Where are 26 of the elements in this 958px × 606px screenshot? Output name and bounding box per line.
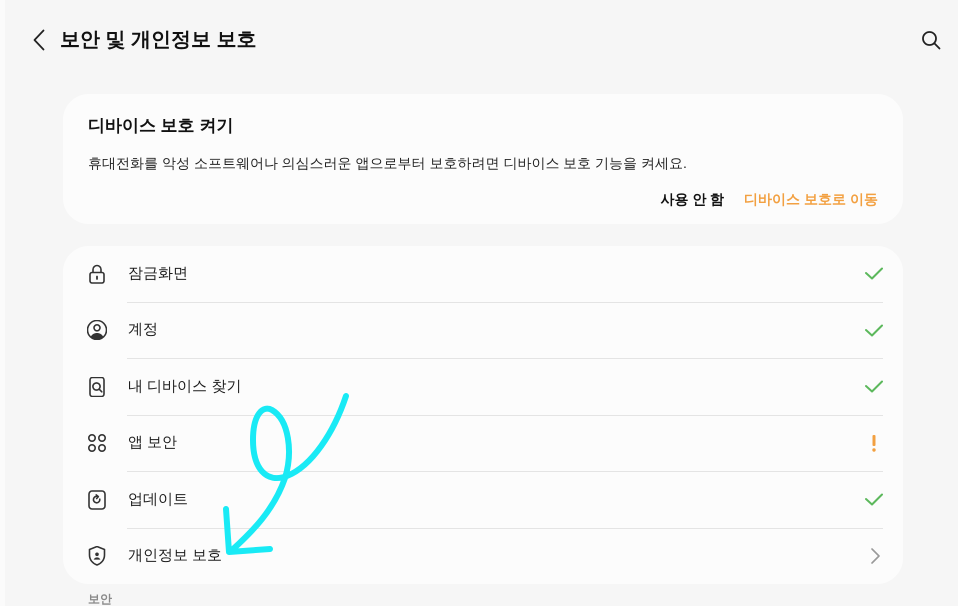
settings-item[interactable]: 내 디바이스 찾기 [63, 359, 903, 414]
card-title: 디바이스 보호 켜기 [88, 115, 234, 137]
section-header: 보안 [88, 592, 112, 606]
apps-grid-icon [87, 433, 107, 454]
card-description: 휴대전화를 악성 소프트웨어나 의심스러운 앱으로부터 보호하려면 디바이스 보호 기능을 켜세요. [88, 154, 687, 172]
check-icon [865, 324, 883, 337]
check-icon [865, 493, 883, 506]
settings-item[interactable]: 업데이트 [63, 472, 903, 528]
chevron-right-icon [871, 548, 880, 564]
search-button[interactable] [920, 29, 942, 51]
device-search-icon [87, 376, 107, 397]
check-icon [865, 267, 883, 280]
update-icon [87, 490, 107, 510]
lock-icon [87, 264, 107, 284]
settings-item[interactable]: 앱 보안 [63, 416, 903, 471]
warning-icon [871, 434, 877, 452]
settings-item[interactable]: 잠금화면 [63, 246, 903, 302]
settings-item[interactable]: 계정 [63, 302, 903, 358]
action-link[interactable]: 사용 안 함 [660, 190, 724, 208]
search-icon [921, 30, 941, 50]
account-icon [87, 320, 107, 340]
back-icon [33, 29, 45, 51]
settings-item[interactable]: 개인정보 보호 [63, 528, 903, 584]
check-icon [865, 380, 883, 394]
page-title: 보안 및 개인정보 보호 [60, 28, 257, 53]
shield-icon [87, 546, 107, 566]
